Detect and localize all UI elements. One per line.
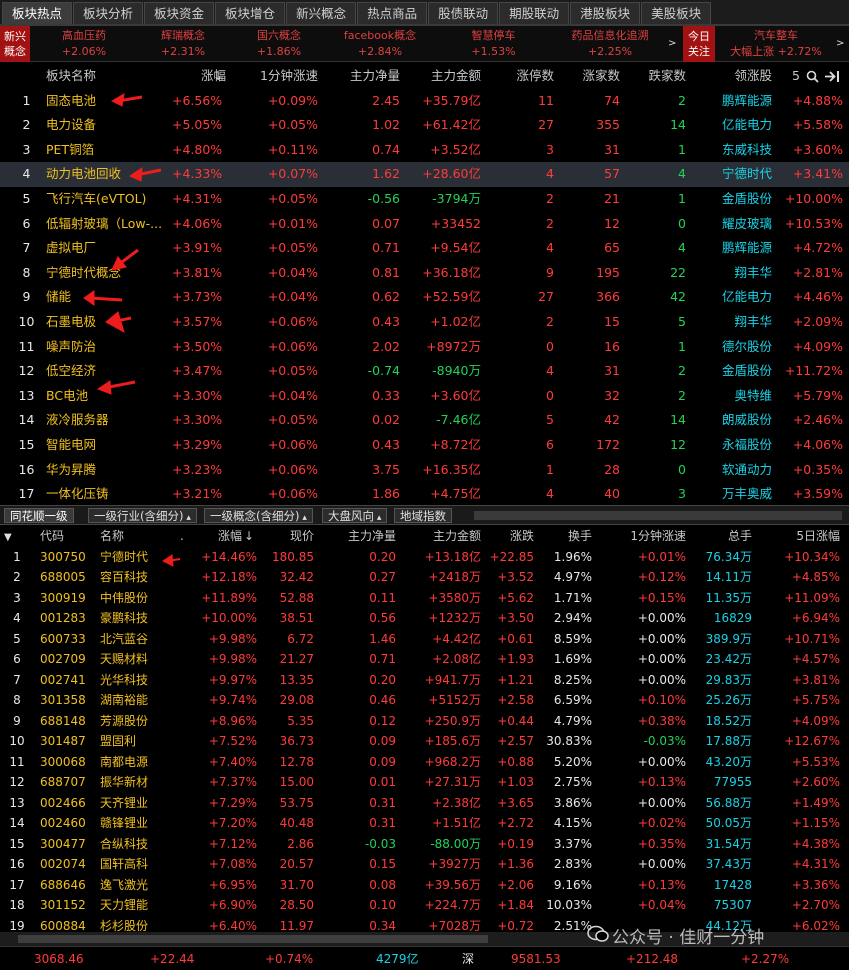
annotation-arrows	[83, 93, 181, 567]
annotation-arrow	[89, 296, 123, 302]
annotation-arrow	[96, 380, 112, 395]
annotation-arrow	[128, 167, 143, 182]
annotation-arrow	[110, 93, 125, 107]
annotation-arrow	[83, 290, 95, 306]
annotation-arrow	[162, 554, 174, 567]
annotation-arrow	[105, 311, 125, 334]
